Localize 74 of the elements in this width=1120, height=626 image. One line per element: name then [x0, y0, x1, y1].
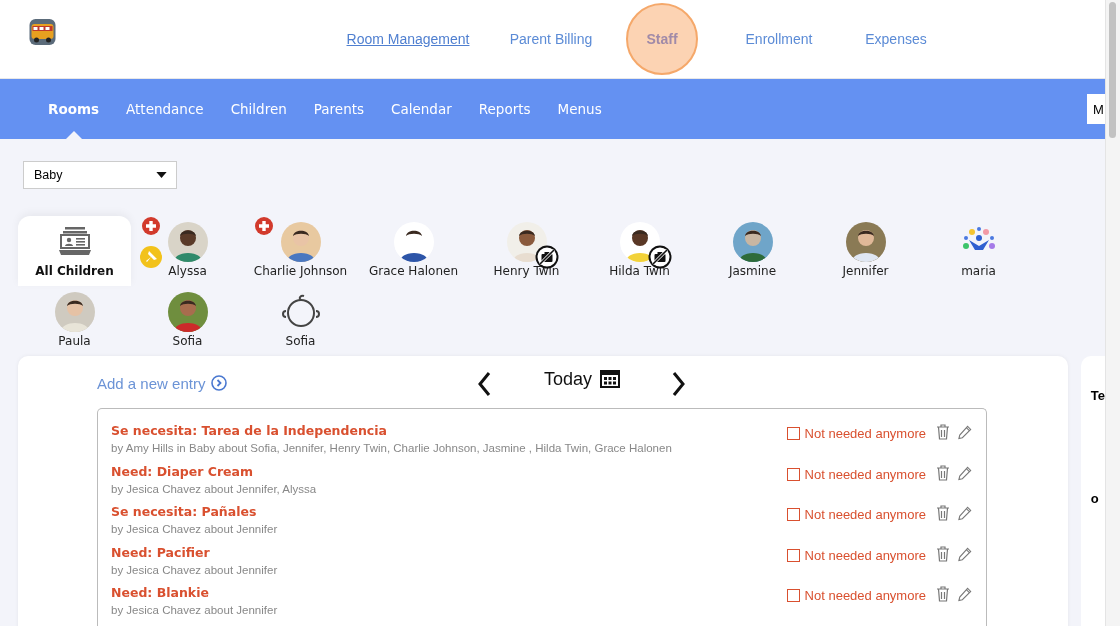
- child-tile[interactable]: maria: [922, 216, 1035, 286]
- pencil-icon[interactable]: [958, 545, 972, 562]
- nav-tab[interactable]: Children: [230, 79, 287, 139]
- pencil-icon[interactable]: [958, 505, 972, 521]
- child-name: Henry Twin: [493, 264, 560, 278]
- trash-icon[interactable]: [936, 424, 950, 440]
- not-needed-checkbox[interactable]: Not needed anymore: [786, 588, 926, 603]
- nav-tab[interactable]: Reports: [478, 79, 531, 139]
- chevron-circle-icon: [211, 375, 228, 391]
- entry-title: Need: Pacifier: [111, 544, 211, 561]
- top-nav-link[interactable]: Room Management: [346, 3, 470, 75]
- previous-day-icon[interactable]: [477, 371, 491, 397]
- side-text: o: [1090, 491, 1100, 506]
- room-select[interactable]: Baby: [23, 161, 177, 189]
- top-nav-link[interactable]: Parent Billing: [506, 3, 596, 75]
- add-entry-link[interactable]: Add a new entry: [97, 374, 477, 392]
- child-name: Paula: [58, 334, 91, 348]
- child-name: Alyssa: [168, 264, 207, 278]
- calendar-icon[interactable]: [600, 370, 621, 388]
- child-name: Sofia: [285, 334, 316, 348]
- not-needed-checkbox[interactable]: Not needed anymore: [786, 547, 926, 563]
- child-name: Grace Halonen: [369, 264, 458, 278]
- pencil-icon[interactable]: [958, 464, 972, 481]
- nav-tab[interactable]: Rooms: [48, 79, 100, 139]
- not-needed-checkbox[interactable]: Not needed anymore: [786, 426, 926, 441]
- entry-title: Need: Diaper Cream: [111, 463, 255, 480]
- child-name: Charlie Johnson: [253, 264, 348, 278]
- child-name: Hilda Twin: [609, 264, 670, 278]
- nav-tab[interactable]: Attendance: [126, 79, 204, 139]
- side-text: Te: [1090, 388, 1105, 403]
- entry-byline: by Jesica Chavez about Jennifer, Alyssa: [111, 481, 318, 497]
- menu-button[interactable]: M: [1087, 94, 1105, 124]
- all-children-tab[interactable]: All Children: [18, 216, 131, 286]
- child-tile[interactable]: Henry Twin: [470, 216, 583, 286]
- child-tile[interactable]: Sofia: [131, 290, 244, 350]
- date-label: Today: [544, 368, 593, 390]
- child-tile[interactable]: Jasmine: [696, 216, 809, 286]
- entry-byline: by Jesica Chavez about Jennifer: [111, 603, 279, 618]
- not-needed-checkbox[interactable]: Not needed anymore: [786, 507, 926, 522]
- not-needed-checkbox[interactable]: Not needed anymore: [786, 466, 926, 482]
- top-nav-link[interactable]: Enrollment: [744, 3, 814, 75]
- entry-title: Se necesita: Tarea de la Independencia: [111, 423, 388, 439]
- trash-icon[interactable]: [936, 464, 950, 481]
- child-tile[interactable]: Grace Halonen: [357, 216, 470, 286]
- scrollbar[interactable]: [1105, 0, 1120, 626]
- next-day-icon[interactable]: [672, 371, 687, 397]
- entry-byline: by Jesica Chavez about Jennifer: [111, 562, 279, 578]
- trash-icon[interactable]: [936, 586, 950, 602]
- nav-tab[interactable]: Parents: [313, 79, 365, 139]
- entry-byline: by Jesica Chavez about Jennifer: [111, 522, 279, 537]
- child-tile[interactable]: Charlie Johnson: [244, 216, 357, 286]
- child-name: Jennifer: [842, 264, 889, 278]
- nav-tab[interactable]: Menus: [557, 79, 602, 139]
- top-nav-link[interactable]: Expenses: [860, 3, 932, 75]
- entry-title: Need: Blankie: [111, 585, 210, 601]
- bus-logo-icon[interactable]: [28, 18, 57, 46]
- child-name: maria: [961, 264, 996, 278]
- child-tile[interactable]: Sofia: [244, 290, 357, 350]
- top-nav-link[interactable]: Staff: [626, 3, 698, 75]
- child-name: Sofia: [172, 334, 203, 348]
- trash-icon[interactable]: [936, 505, 950, 521]
- id-cards-icon: [58, 226, 91, 256]
- trash-icon[interactable]: [936, 545, 950, 562]
- child-tile[interactable]: Jennifer: [809, 216, 922, 286]
- entry-title: Se necesita: Pañales: [111, 504, 258, 520]
- child-tile[interactable]: Paula: [18, 290, 131, 350]
- child-tile[interactable]: Alyssa: [131, 216, 244, 286]
- pencil-icon[interactable]: [958, 424, 972, 440]
- caret-icon: [156, 172, 167, 178]
- entry-byline: by Amy Hills in Baby about Sofia, Jennifer, Henry Twin, Charlie Johnson, Jasmine , Hilda Twin, Grace Halonen: [111, 441, 673, 456]
- nav-tab[interactable]: Calendar: [391, 79, 452, 139]
- child-name: Jasmine: [728, 264, 777, 278]
- child-tile[interactable]: Hilda Twin: [583, 216, 696, 286]
- pencil-icon[interactable]: [958, 586, 972, 602]
